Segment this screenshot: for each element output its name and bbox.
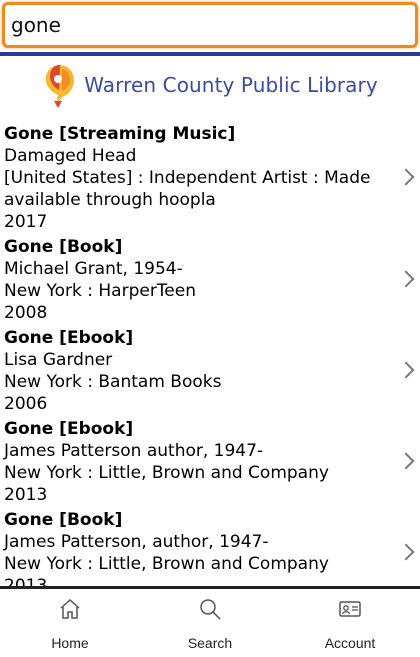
library-header: Warren County Public Library [0,56,420,114]
nav-home[interactable]: Home [0,589,140,657]
chevron-right-icon [397,543,415,560]
search-input[interactable] [2,2,418,48]
result-title: Gone [Streaming Music] [4,124,236,144]
result-year: 2013 [4,485,48,505]
chevron-right-icon [397,168,415,185]
bottom-nav: Home Search Account [0,586,420,657]
result-author: James Patterson author, 1947- [4,441,264,461]
result-title: Gone [Ebook] [4,419,134,439]
account-card-icon [339,601,361,617]
result-author: Lisa Gardner [4,350,113,370]
result-year: 2008 [4,303,48,323]
result-item[interactable]: Gone [Book] Michael Grant, 1954- New Yor… [0,233,420,324]
library-logo[interactable]: Warren County Public Library [42,61,378,109]
result-title: Gone [Ebook] [4,328,134,348]
search-bar [0,0,420,56]
result-year: 2013 [4,576,48,586]
result-author: Damaged Head [4,146,137,166]
library-name: Warren County Public Library [84,73,378,97]
result-year: 2017 [4,212,48,232]
result-author: James Patterson, author, 1947- [4,532,269,552]
result-publisher: New York : Little, Brown and Company [4,554,329,574]
nav-home-label: Home [51,635,89,651]
chevron-right-icon [397,361,415,378]
library-logo-icon [46,65,75,108]
result-title: Gone [Book] [4,510,123,530]
result-publisher: [United States] : Independent Artist : M… [4,168,371,210]
search-icon [200,599,221,620]
result-item[interactable]: Gone [Streaming Music] Damaged Head [Uni… [0,120,420,233]
result-item[interactable]: Gone [Book] James Patterson, author, 194… [0,506,420,586]
chevron-right-icon [397,452,415,469]
result-item[interactable]: Gone [Ebook] James Patterson author, 194… [0,415,420,506]
chevron-right-icon [397,270,415,287]
result-publisher: New York : Bantam Books [4,372,222,392]
nav-search[interactable]: Search [140,589,280,657]
results-list: Gone [Streaming Music] Damaged Head [Uni… [0,120,420,586]
result-title: Gone [Book] [4,237,123,257]
nav-account[interactable]: Account [280,589,420,657]
result-publisher: New York : Little, Brown and Company [4,463,329,483]
home-icon [60,598,80,619]
nav-account-label: Account [324,635,376,651]
result-item[interactable]: Gone [Ebook] Lisa Gardner New York : Ban… [0,324,420,415]
result-author: Michael Grant, 1954- [4,259,183,279]
nav-search-label: Search [187,635,233,651]
result-publisher: New York : HarperTeen [4,281,196,301]
result-year: 2006 [4,394,48,414]
